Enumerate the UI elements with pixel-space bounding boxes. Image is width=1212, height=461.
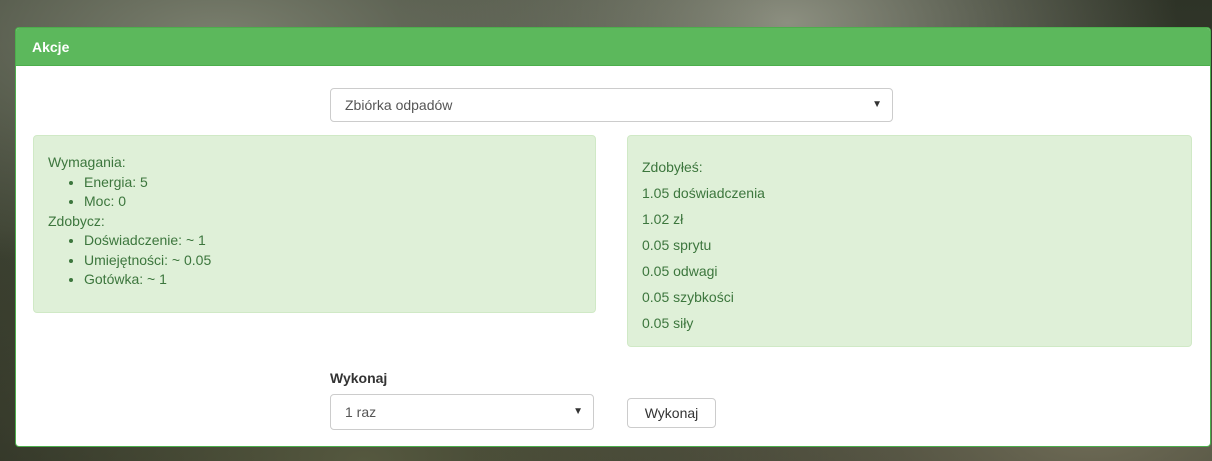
gain-line: 0.05 szybkości <box>642 289 734 305</box>
chevron-down-icon: ▼ <box>872 99 882 110</box>
count-select-value: 1 raz <box>345 404 377 420</box>
count-select[interactable]: 1 raz ▼ <box>330 394 594 430</box>
gain-line: 0.05 odwagi <box>642 263 718 279</box>
list-item: Energia: 5 <box>84 173 581 193</box>
gain-line: 1.05 doświadczenia <box>642 185 765 201</box>
loot-list: Doświadczenie: ~ 1 Umiejętności: ~ 0.05 … <box>48 231 581 290</box>
list-item: Doświadczenie: ~ 1 <box>84 231 581 251</box>
list-item: Umiejętności: ~ 0.05 <box>84 251 581 271</box>
gain-line: 0.05 sprytu <box>642 237 712 253</box>
panel-title: Akcje <box>16 28 1210 66</box>
action-select[interactable]: Zbiórka odpadów ▼ <box>330 88 893 122</box>
requirements-heading: Wymagania: <box>48 154 126 170</box>
gains-heading: Zdobyłeś: <box>642 159 703 175</box>
execute-button[interactable]: Wykonaj <box>627 398 716 428</box>
loot-heading: Zdobycz: <box>48 212 105 229</box>
actions-panel: Akcje Zbiórka odpadów ▼ Wymagania: Energ… <box>15 27 1211 447</box>
requirements-box: Wymagania: Energia: 5 Moc: 0 Zdobycz: Do… <box>33 135 596 313</box>
requirements-list: Energia: 5 Moc: 0 <box>48 173 581 212</box>
list-item: Moc: 0 <box>84 192 581 212</box>
action-select-value: Zbiórka odpadów <box>345 97 453 113</box>
chevron-down-icon: ▼ <box>573 406 583 417</box>
gain-line: 0.05 siły <box>642 315 694 331</box>
execute-label: Wykonaj <box>330 370 388 386</box>
list-item: Gotówka: ~ 1 <box>84 270 581 290</box>
gain-line: 1.02 zł <box>642 211 684 227</box>
gains-box: Zdobyłeś: 1.05 doświadczenia 1.02 zł 0.0… <box>627 135 1192 347</box>
